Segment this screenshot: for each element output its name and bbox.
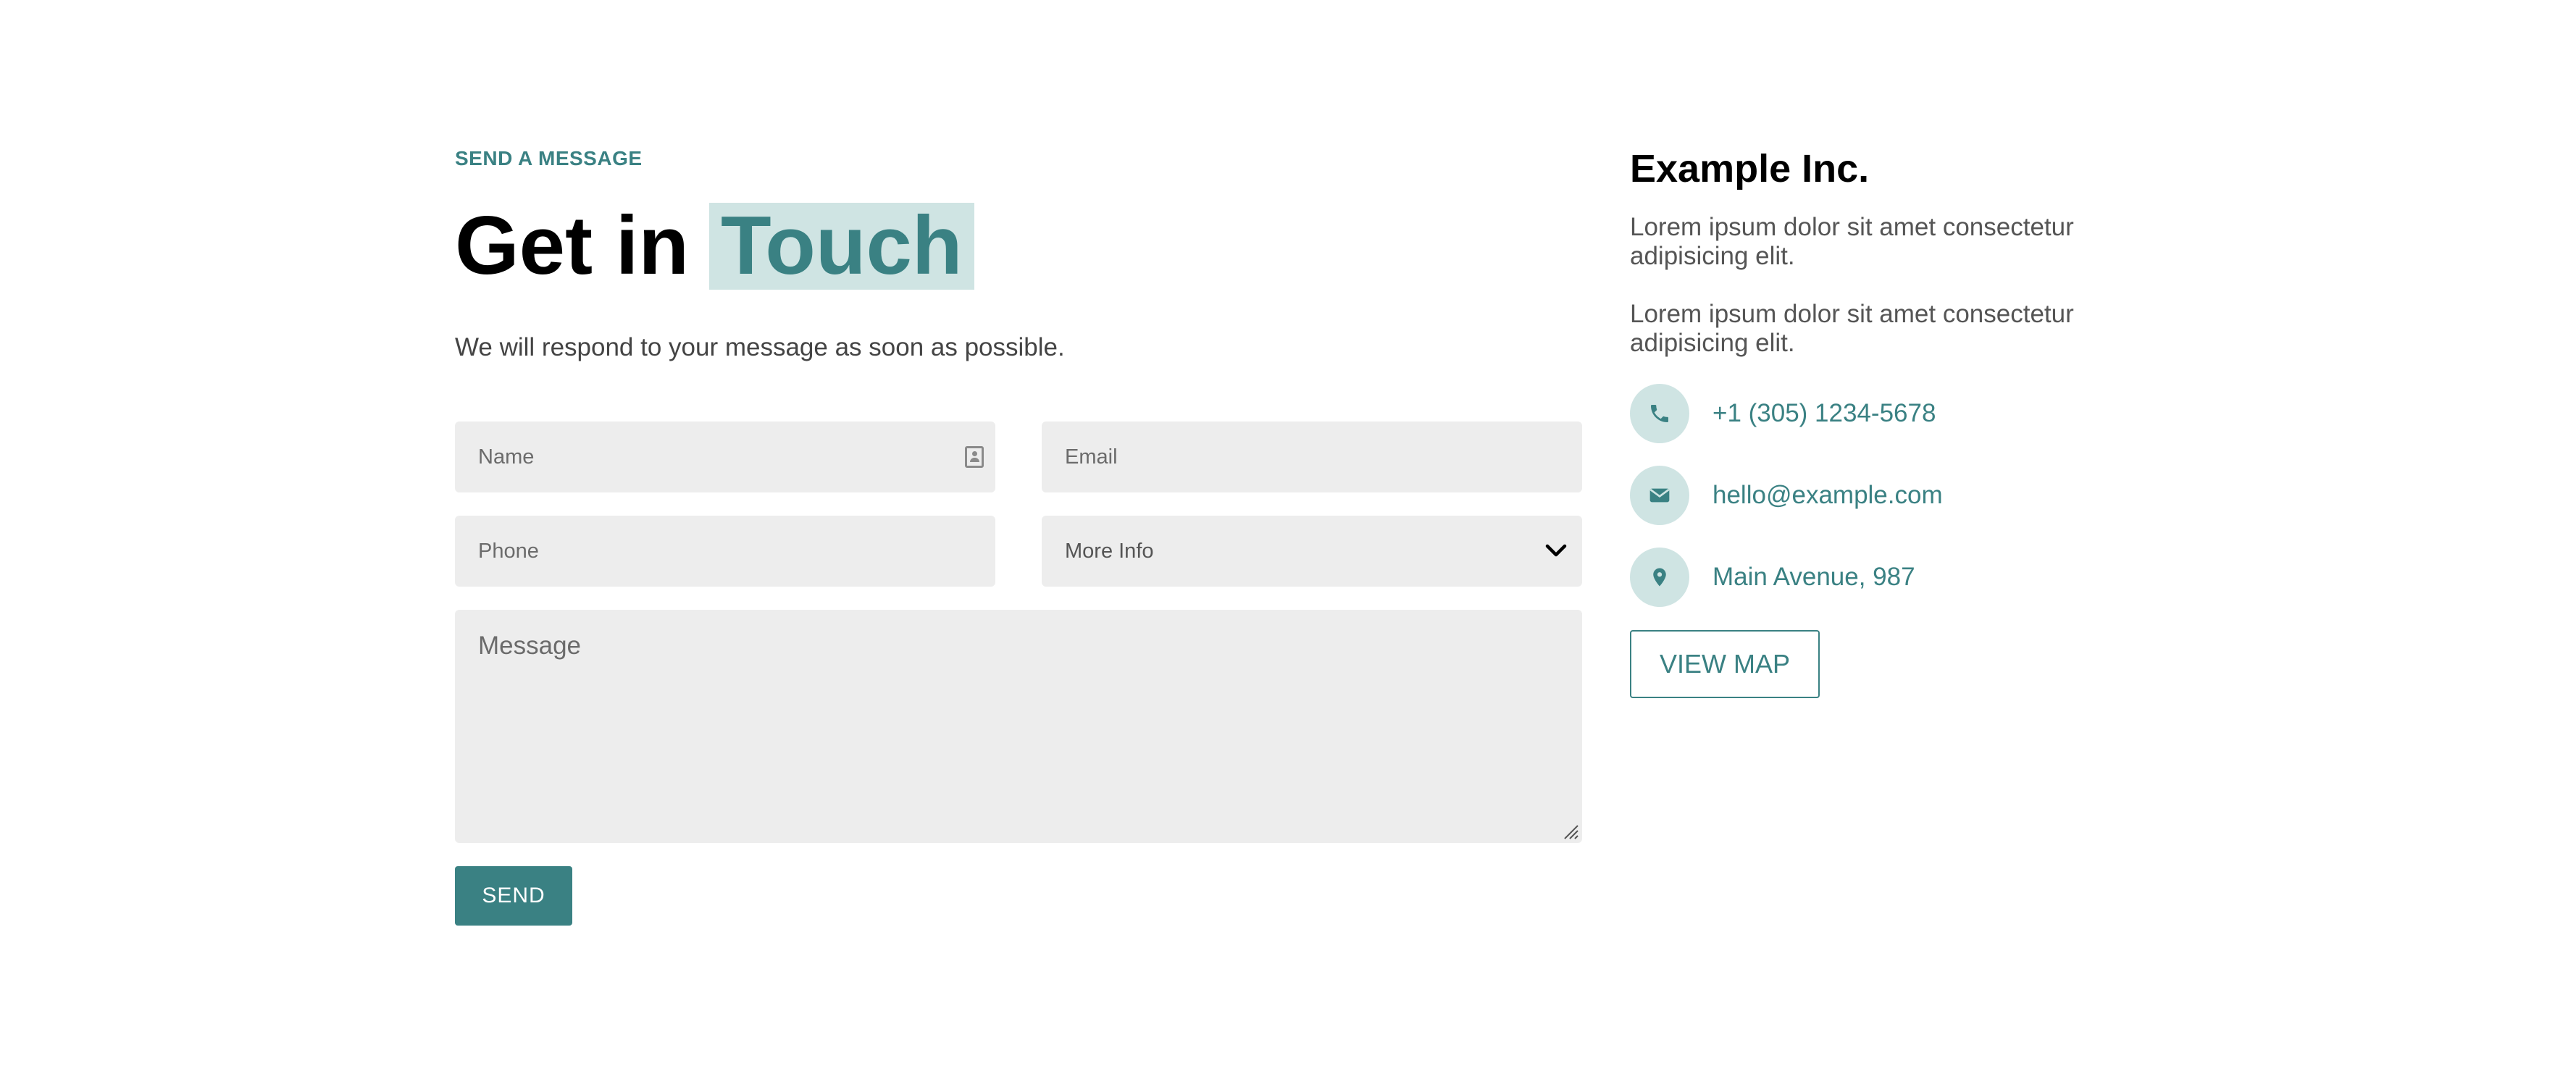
company-info-section: Example Inc. Lorem ipsum dolor sit amet … bbox=[1630, 143, 2151, 698]
phone-input[interactable] bbox=[455, 516, 995, 587]
contact-list: +1 (305) 1234-5678 hello@example.com Mai… bbox=[1630, 384, 2151, 607]
contact-item-address: Main Avenue, 987 bbox=[1630, 548, 2151, 607]
contact-form: More Info SEND bbox=[455, 422, 1582, 926]
email-input[interactable] bbox=[1042, 422, 1582, 492]
title-plain: Get in bbox=[455, 200, 690, 292]
contact-form-section: SEND A MESSAGE Get in Touch We will resp… bbox=[455, 143, 1582, 926]
name-input[interactable] bbox=[455, 422, 995, 492]
message-field bbox=[455, 610, 1582, 843]
email-field bbox=[1042, 422, 1582, 492]
name-field bbox=[455, 422, 995, 492]
send-button[interactable]: SEND bbox=[455, 866, 572, 926]
contact-card-icon bbox=[965, 446, 984, 468]
page-title: Get in Touch bbox=[455, 200, 1582, 293]
chevron-down-icon bbox=[1545, 544, 1567, 557]
company-description-1: Lorem ipsum dolor sit amet consectetur a… bbox=[1630, 213, 2074, 270]
section-subtitle: We will respond to your message as soon … bbox=[455, 333, 1065, 361]
message-textarea[interactable] bbox=[455, 610, 1582, 843]
phone-icon-circle bbox=[1630, 384, 1689, 443]
company-name: Example Inc. bbox=[1630, 147, 1870, 190]
address-text: Main Avenue, 987 bbox=[1713, 563, 1915, 591]
company-description-2: Lorem ipsum dolor sit amet consectetur a… bbox=[1630, 300, 2074, 357]
title-highlight: Touch bbox=[709, 203, 974, 290]
contact-item-phone: +1 (305) 1234-5678 bbox=[1630, 384, 2151, 443]
phone-link[interactable]: +1 (305) 1234-5678 bbox=[1713, 399, 1936, 428]
form-row-2: More Info bbox=[455, 516, 1582, 587]
map-pin-icon bbox=[1653, 568, 1666, 587]
view-map-button[interactable]: VIEW MAP bbox=[1630, 630, 1820, 698]
contact-page: SEND A MESSAGE Get in Touch We will resp… bbox=[0, 0, 2576, 1082]
map-pin-icon-circle bbox=[1630, 548, 1689, 607]
resize-handle-icon[interactable] bbox=[1562, 823, 1579, 840]
envelope-icon-circle bbox=[1630, 466, 1689, 525]
phone-field bbox=[455, 516, 995, 587]
email-link[interactable]: hello@example.com bbox=[1713, 481, 1943, 510]
more-info-value: More Info bbox=[1065, 539, 1154, 563]
envelope-icon bbox=[1649, 488, 1670, 503]
section-eyebrow: SEND A MESSAGE bbox=[455, 147, 643, 169]
contact-item-email: hello@example.com bbox=[1630, 466, 2151, 525]
more-info-select[interactable]: More Info bbox=[1042, 516, 1582, 587]
form-row-1 bbox=[455, 422, 1582, 492]
phone-icon bbox=[1651, 405, 1668, 422]
